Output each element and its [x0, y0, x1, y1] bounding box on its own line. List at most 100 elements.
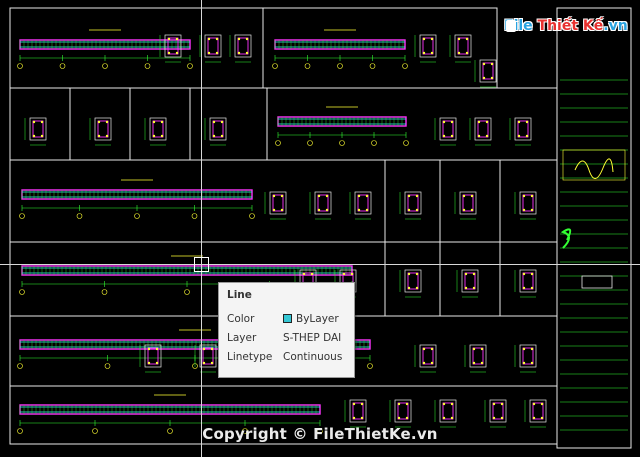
section-rebar [342, 272, 346, 276]
section-rebar [357, 194, 361, 198]
section-rebar [472, 347, 476, 351]
section-rebar [472, 286, 476, 290]
section-rebar [430, 51, 434, 55]
cross-section [414, 34, 437, 63]
section-rebar [442, 416, 446, 420]
cross-section [309, 191, 332, 220]
tooltip-label: Color [227, 312, 255, 325]
cross-section [514, 191, 537, 220]
sheet-frame [9, 87, 268, 161]
pickbox-icon [194, 257, 209, 272]
section-rebar [457, 51, 461, 55]
section-stirrup [317, 194, 329, 212]
section-rebar [450, 416, 454, 420]
section-rebar [490, 76, 494, 80]
sheet-frame [9, 159, 386, 243]
section-rebar [280, 208, 284, 212]
tooltip-label: Layer [227, 331, 257, 344]
section-rebar [155, 347, 159, 351]
section-rebar [147, 347, 151, 351]
brand-logo: File Thiết Kế.vn [500, 12, 628, 40]
section-rebar [450, 402, 454, 406]
cross-section [399, 269, 422, 298]
section-rebar [167, 37, 171, 41]
section-rebar [540, 416, 544, 420]
section-rebar [365, 194, 369, 198]
cross-section [434, 399, 457, 428]
section-rebar [105, 134, 109, 138]
section-rebar [450, 120, 454, 124]
cross-section [229, 34, 252, 63]
cross-section [469, 117, 492, 146]
section-stirrup [97, 120, 109, 138]
tooltip-row-layer: Layer S-THEP DAI [227, 328, 346, 347]
cad-drawing-canvas[interactable] [0, 0, 640, 457]
section-rebar [422, 51, 426, 55]
tooltip-row-color: Color ByLayer [227, 309, 346, 328]
section-rebar [325, 194, 329, 198]
grid-bubble [144, 63, 151, 69]
section-stirrup [152, 120, 164, 138]
section-stirrup [207, 37, 219, 55]
section-rebar [317, 194, 321, 198]
section-rebar [245, 51, 249, 55]
sheet-frame [384, 159, 558, 243]
section-rebar [522, 286, 526, 290]
section-rebar [407, 272, 411, 276]
section-rebar [175, 37, 179, 41]
section-rebar [540, 402, 544, 406]
section-rebar [517, 134, 521, 138]
section-rebar [422, 37, 426, 41]
section-rebar [530, 194, 534, 198]
section-rebar [415, 286, 419, 290]
section-rebar [464, 272, 468, 276]
section-stirrup [352, 402, 364, 420]
sheet-frame [556, 7, 632, 449]
section-rebar [525, 134, 529, 138]
section-rebar [207, 37, 211, 41]
section-stirrup [472, 347, 484, 365]
section-rebar [272, 208, 276, 212]
section-rebar [470, 194, 474, 198]
section-rebar [405, 402, 409, 406]
beam-elevation [19, 179, 255, 219]
sheet-frame [9, 7, 498, 89]
section-rebar [212, 120, 216, 124]
section-stirrup [532, 402, 544, 420]
section-stirrup [397, 402, 409, 420]
section-rebar [207, 51, 211, 55]
grid-bubble [275, 140, 281, 146]
section-rebar [517, 120, 521, 124]
section-rebar [237, 37, 241, 41]
cross-section [514, 269, 537, 298]
grid-bubble [76, 213, 83, 219]
beam-outline [274, 39, 406, 50]
section-rebar [522, 194, 526, 198]
section-rebar [422, 361, 426, 365]
grid-bubble [403, 140, 409, 146]
section-rebar [210, 361, 214, 365]
grid-bubble [339, 140, 345, 146]
section-rebar [532, 402, 536, 406]
grid-bubble [134, 213, 140, 219]
section-stirrup [522, 347, 534, 365]
section-rebar [492, 416, 496, 420]
section-rebar [464, 286, 468, 290]
section-rebar [350, 272, 354, 276]
cross-section [474, 59, 497, 88]
tooltip-value: Continuous [283, 350, 343, 363]
section-stirrup [492, 402, 504, 420]
section-rebar [97, 120, 101, 124]
section-rebar [210, 347, 214, 351]
section-rebar [175, 51, 179, 55]
cross-section [414, 344, 437, 373]
section-rebar [470, 208, 474, 212]
section-rebar [530, 286, 534, 290]
section-rebar [280, 194, 284, 198]
section-stirrup [522, 272, 534, 290]
grid-bubble [102, 63, 108, 69]
section-rebar [352, 416, 356, 420]
section-rebar [160, 120, 164, 124]
tooltip-value: S-THEP DAI [283, 331, 342, 344]
section-rebar [397, 402, 401, 406]
